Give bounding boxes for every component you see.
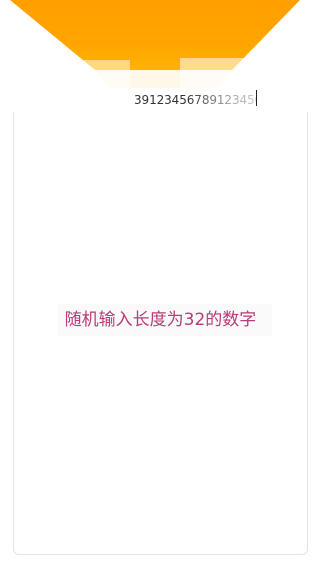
instruction-label: 随机输入长度为32的数字 [64,310,257,330]
input-value: 39123456789123456789012345678912 [134,93,257,107]
content-card: 随机输入长度为32的数字 [13,112,308,555]
screen: 39123456789123456789012345678912 随机输入长度为… [0,0,320,569]
text-cursor [256,90,257,106]
text-input[interactable]: 39123456789123456789012345678912 [0,86,320,112]
